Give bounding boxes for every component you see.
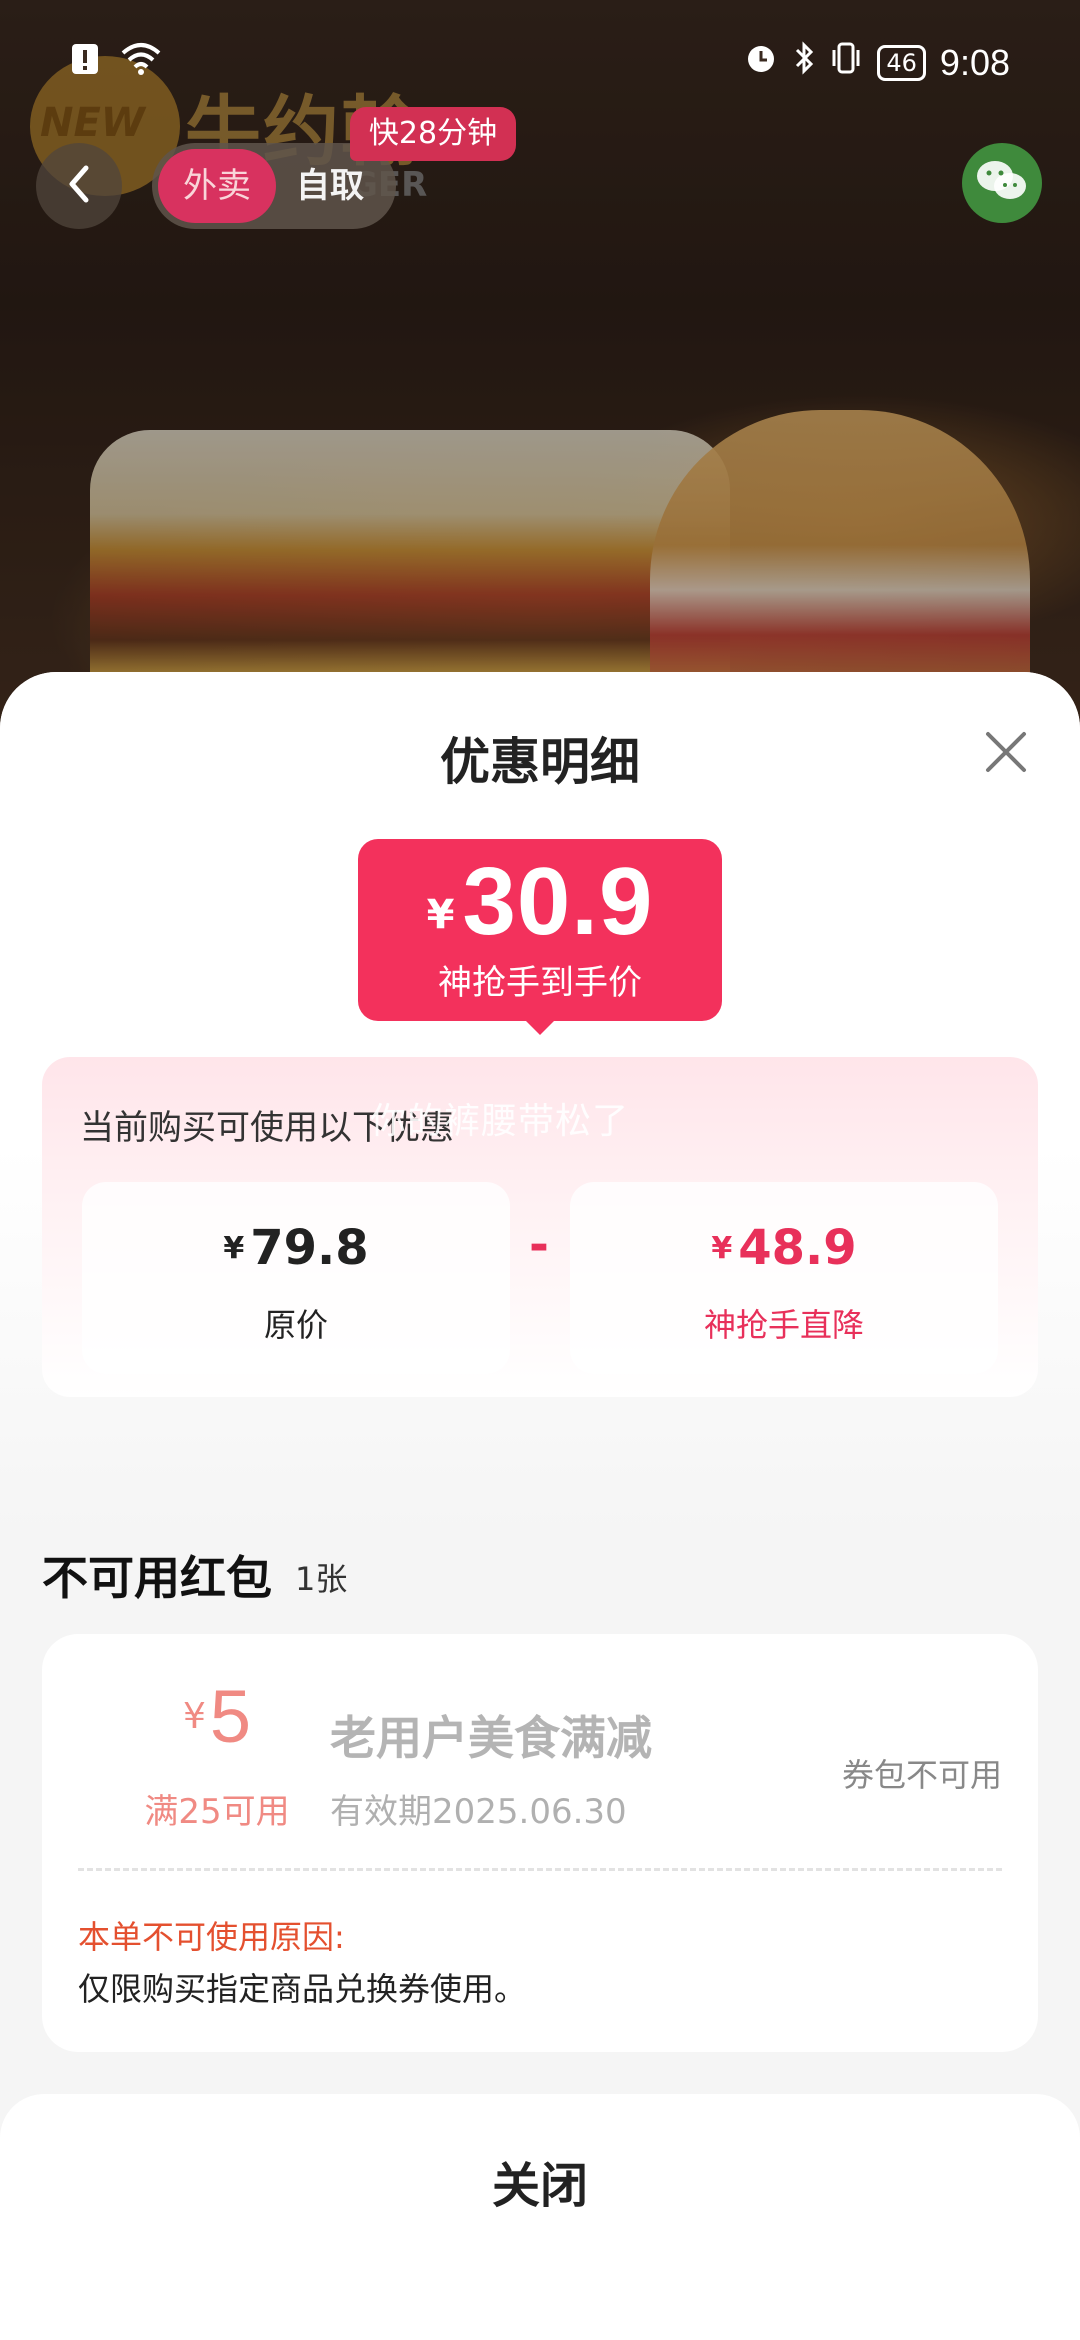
final-price: ¥30.9: [358, 847, 722, 957]
unavailable-coupons-title: 不可用红包: [42, 1551, 272, 1605]
discount-detail-sheet: 优惠明细 ¥30.9 神抢手到手价 当前购买可使用以下优惠 你的裤腰带松了 ¥7…: [0, 672, 1080, 2340]
sheet-title: 优惠明细: [440, 733, 640, 791]
close-button-label: 关闭: [491, 2158, 588, 2214]
final-price-label: 神抢手到手价: [438, 963, 642, 1003]
status-time: 9:08: [939, 41, 1010, 83]
final-price-currency: ¥: [426, 892, 455, 938]
discount-amount-label: 神抢手直降: [703, 1306, 864, 1344]
status-bar-right: 46 9:08: [743, 40, 1010, 85]
original-price-value: 79.8: [250, 1220, 369, 1276]
discount-amount: ¥48.9: [570, 1220, 998, 1276]
coupon-status: 券包不可用: [841, 1756, 1002, 1794]
original-price-currency: ¥: [223, 1231, 245, 1266]
coupon-card: ¥5 满25可用 老用户美食满减 有效期2025.06.30 券包不可用 本单不…: [42, 1634, 1038, 2052]
minus-sign: -: [529, 1217, 549, 1273]
wechat-share-button[interactable]: [962, 143, 1042, 223]
coupon-expiry: 有效期2025.06.30: [330, 1792, 627, 1832]
eta-badge: 快28分钟: [350, 107, 516, 161]
coupon-amount: ¥5: [122, 1674, 312, 1759]
status-bar-left: [70, 40, 162, 82]
vibrate-icon: [829, 40, 863, 85]
wifi-icon: [120, 41, 162, 81]
wechat-icon: [974, 157, 1030, 209]
discount-amount-value: 48.9: [738, 1220, 857, 1276]
alert-icon: [70, 40, 102, 82]
coupon-currency: ¥: [182, 1696, 206, 1737]
alarm-icon: [743, 40, 779, 85]
unavailable-coupons-count: 1张: [295, 1560, 348, 1598]
back-button[interactable]: [36, 143, 122, 229]
unavailable-reason-label: 本单不可使用原因:: [78, 1918, 345, 1956]
discount-amount-currency: ¥: [711, 1231, 733, 1266]
battery-icon: 46: [877, 44, 926, 81]
chevron-left-icon: [64, 162, 94, 210]
unavailable-reason-text: 仅限购买指定商品兑换券使用。: [78, 1970, 527, 2008]
coupon-name: 老用户美食满减: [330, 1711, 652, 1765]
discount-amount-card: ¥48.9 神抢手直降: [570, 1182, 998, 1374]
watermark-text: 你的裤腰带松了: [370, 1101, 630, 1142]
coupon-amount-value: 5: [209, 1675, 252, 1758]
coupon-condition: 满25可用: [144, 1792, 290, 1832]
close-button[interactable]: 关闭: [0, 2094, 1080, 2340]
status-bar: 46 9:08: [0, 0, 1080, 120]
final-price-value: 30.9: [462, 848, 654, 955]
mode-takeout[interactable]: 外卖: [158, 149, 276, 223]
coupon-divider: [78, 1868, 1002, 1871]
original-price-label: 原价: [263, 1306, 328, 1344]
original-price-card: ¥79.8 原价: [82, 1182, 510, 1374]
bluetooth-icon: [793, 40, 815, 85]
close-icon[interactable]: [978, 724, 1034, 780]
final-price-badge: ¥30.9 神抢手到手价: [358, 839, 722, 1035]
original-price: ¥79.8: [82, 1220, 510, 1276]
